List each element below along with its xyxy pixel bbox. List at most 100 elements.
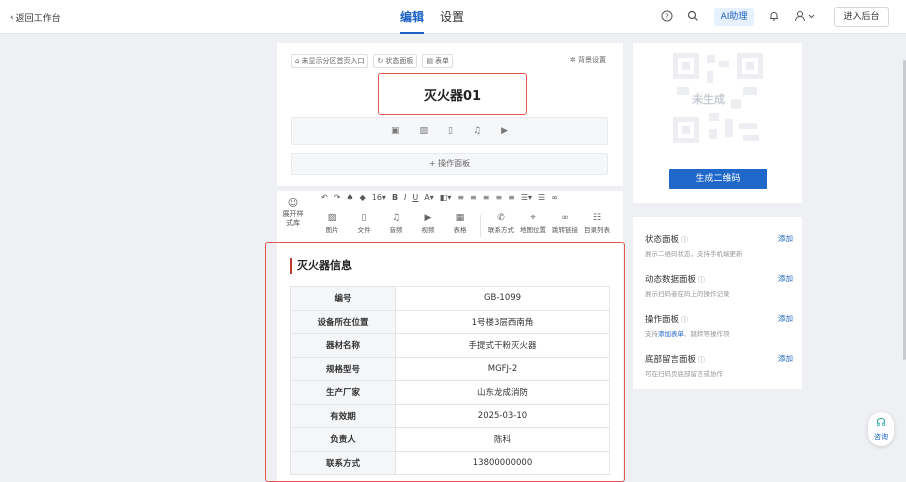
line-height-icon[interactable]: ☰▾ xyxy=(521,193,532,202)
help-icon[interactable]: ⓘ xyxy=(698,276,705,284)
help-icon[interactable]: ⓘ xyxy=(698,356,705,364)
info-value-cell: 1号楼3层西南角 xyxy=(395,309,610,334)
info-value-cell: 13800000000 xyxy=(395,450,610,475)
form-chip[interactable]: ▤ 表单 xyxy=(422,54,453,68)
file-icon: ▯ xyxy=(361,213,367,223)
help-icon[interactable]: ? xyxy=(660,10,674,24)
info-value-cell: 陈科 xyxy=(395,427,610,452)
align-right-icon[interactable]: ≡ xyxy=(483,193,490,202)
toolbar-divider xyxy=(480,215,481,237)
info-value-cell: 手提式干粉灭火器 xyxy=(395,333,610,358)
redo-icon[interactable]: ↷ xyxy=(334,193,341,202)
align-center-icon[interactable]: ≡ xyxy=(470,193,477,202)
info-key-cell: 器材名称 xyxy=(290,333,396,358)
search-icon[interactable] xyxy=(686,10,700,24)
consult-button[interactable]: ☊ 咨询 xyxy=(868,412,894,446)
phone-icon: ✆ xyxy=(497,213,505,223)
back-to-workbench-link[interactable]: ‹ 返回工作台 xyxy=(10,11,61,25)
add-form-link[interactable]: 添加表单 xyxy=(658,330,684,338)
modules-panel: 状态面板 ⓘ 展示二维码状态，支持手机端更新 添加 动态数据面板 ⓘ 展示扫码者在码… xyxy=(633,217,802,389)
font-color-icon[interactable]: A▾ xyxy=(424,193,434,202)
bell-icon[interactable] xyxy=(767,10,781,24)
insert-audio-button[interactable]: ♫ 音频 xyxy=(381,213,411,239)
palette-icon: ☺ xyxy=(287,198,299,209)
italic-icon[interactable]: I xyxy=(404,193,406,202)
module-name: 底部留言面板 xyxy=(645,355,697,365)
consult-label: 咨询 xyxy=(874,433,888,441)
refresh-icon: ↻ xyxy=(377,57,384,65)
status-panel-chip[interactable]: ↻ 状态面板 xyxy=(373,54,418,68)
location-icon: ⌖ xyxy=(530,213,536,223)
music-icon[interactable]: ♫ xyxy=(473,126,481,136)
background-settings-button[interactable]: ✲ 背景设置 xyxy=(570,55,606,65)
link-icon[interactable]: ∞ xyxy=(551,193,558,202)
insert-table-button[interactable]: ▦ 表格 xyxy=(445,213,475,239)
section-entry-chip[interactable]: ⌂ 未显示分区首页入口 xyxy=(291,54,369,68)
page-title: 灭火器01 xyxy=(423,88,482,104)
info-key-cell: 规格型号 xyxy=(290,356,396,381)
help-icon[interactable]: ⓘ xyxy=(681,236,688,244)
list-icon[interactable]: ☰ xyxy=(538,193,545,202)
qr-not-generated-label: 未生成 xyxy=(690,91,727,107)
insert-file-button[interactable]: ▯ 文件 xyxy=(349,213,379,239)
generate-qr-button[interactable]: 生成二维码 xyxy=(669,169,767,189)
module-footer-message-panel: 底部留言面板 ⓘ 可在扫码页底部留言或协作 添加 xyxy=(645,353,793,378)
module-operation-panel: 操作面板 ⓘ 支持添加表单、跳转等操作项 添加 xyxy=(645,313,793,338)
format-painter-icon[interactable]: ♠ xyxy=(346,193,353,202)
form-icon: ▤ xyxy=(426,57,433,65)
insert-contact-button[interactable]: ✆ 联系方式 xyxy=(486,213,516,239)
add-status-panel-button[interactable]: 添加 xyxy=(778,233,793,244)
table-row: 有效期 2025-03-10 xyxy=(290,403,610,428)
insert-toc-button[interactable]: ☷ 目录列表 xyxy=(582,213,612,239)
list-icon: ☷ xyxy=(592,213,602,223)
add-dynamic-data-panel-button[interactable]: 添加 xyxy=(778,273,793,284)
underline-icon[interactable]: U xyxy=(412,193,418,202)
help-icon[interactable]: ⓘ xyxy=(681,316,688,324)
insert-image-button[interactable]: ▨ 图片 xyxy=(317,213,347,239)
link-icon: ∞ xyxy=(561,213,569,223)
video-icon: ▶ xyxy=(424,213,432,223)
image-icon[interactable]: ▨ xyxy=(420,126,429,136)
info-key-cell: 负责人 xyxy=(290,427,396,452)
insert-video-button[interactable]: ▶ 视频 xyxy=(413,213,443,239)
align-left-icon[interactable]: ≡ xyxy=(457,193,464,202)
text-icon[interactable]: ▣ xyxy=(391,126,400,136)
info-table: 编号 GB-1099 设备所在位置 1号楼3层西南角 器材名称 手提式干粉灭火器 规格型号 M… xyxy=(290,286,610,475)
tab-edit[interactable]: 编辑 xyxy=(400,0,425,34)
qr-panel: 未生成 生成二维码 xyxy=(633,43,802,203)
module-status-panel: 状态面板 ⓘ 展示二维码状态，支持手机端更新 添加 xyxy=(645,233,793,258)
eraser-icon[interactable]: ◆ xyxy=(360,193,366,202)
add-footer-message-panel-button[interactable]: 添加 xyxy=(778,353,793,364)
headset-icon: ☊ xyxy=(876,416,886,429)
file-icon[interactable]: ▯ xyxy=(448,126,453,136)
highlight-icon[interactable]: ◧▾ xyxy=(440,193,452,202)
title-highlight-box[interactable]: 灭火器01 xyxy=(378,73,527,115)
insert-map-button[interactable]: ⌖ 地图位置 xyxy=(518,213,548,239)
table-row: 规格型号 MGFJ-2 xyxy=(290,356,610,381)
module-desc: 展示扫码者在码上的操作记录 xyxy=(645,290,730,298)
undo-icon[interactable]: ↶ xyxy=(321,193,328,202)
table-row: 联系方式 13800000000 xyxy=(290,450,610,475)
info-value-cell: GB-1099 xyxy=(395,286,610,311)
align-justify-icon[interactable]: ≡ xyxy=(495,193,502,202)
info-value-cell: MGFJ-2 xyxy=(395,356,610,381)
enter-admin-button[interactable]: 进入后台 xyxy=(834,7,889,27)
info-key-cell: 设备所在位置 xyxy=(290,309,396,334)
expand-style-library-button[interactable]: ☺ 展开样式库 xyxy=(282,199,304,228)
user-menu[interactable] xyxy=(793,10,819,24)
home-icon: ⌂ xyxy=(295,57,300,65)
tab-settings[interactable]: 设置 xyxy=(440,0,464,34)
video-icon[interactable]: ▶ xyxy=(501,126,508,136)
ai-assistant-button[interactable]: AI助理 xyxy=(714,8,754,26)
mode-tabs: 编辑 设置 xyxy=(400,0,464,34)
bold-icon[interactable]: B xyxy=(392,193,398,202)
font-size-select[interactable]: 16▾ xyxy=(372,193,386,202)
add-operation-panel-link[interactable]: 添加 xyxy=(778,313,793,324)
module-desc: 支持添加表单、跳转等操作项 xyxy=(645,330,730,338)
add-operation-panel-button[interactable]: + 操作面板 xyxy=(291,153,608,175)
module-name: 操作面板 xyxy=(645,315,680,325)
indent-icon[interactable]: ≡ xyxy=(508,193,515,202)
insert-link-button[interactable]: ∞ 跳转链接 xyxy=(550,213,580,239)
image-icon: ▨ xyxy=(327,213,337,223)
info-value-cell: 2025-03-10 xyxy=(395,403,610,428)
